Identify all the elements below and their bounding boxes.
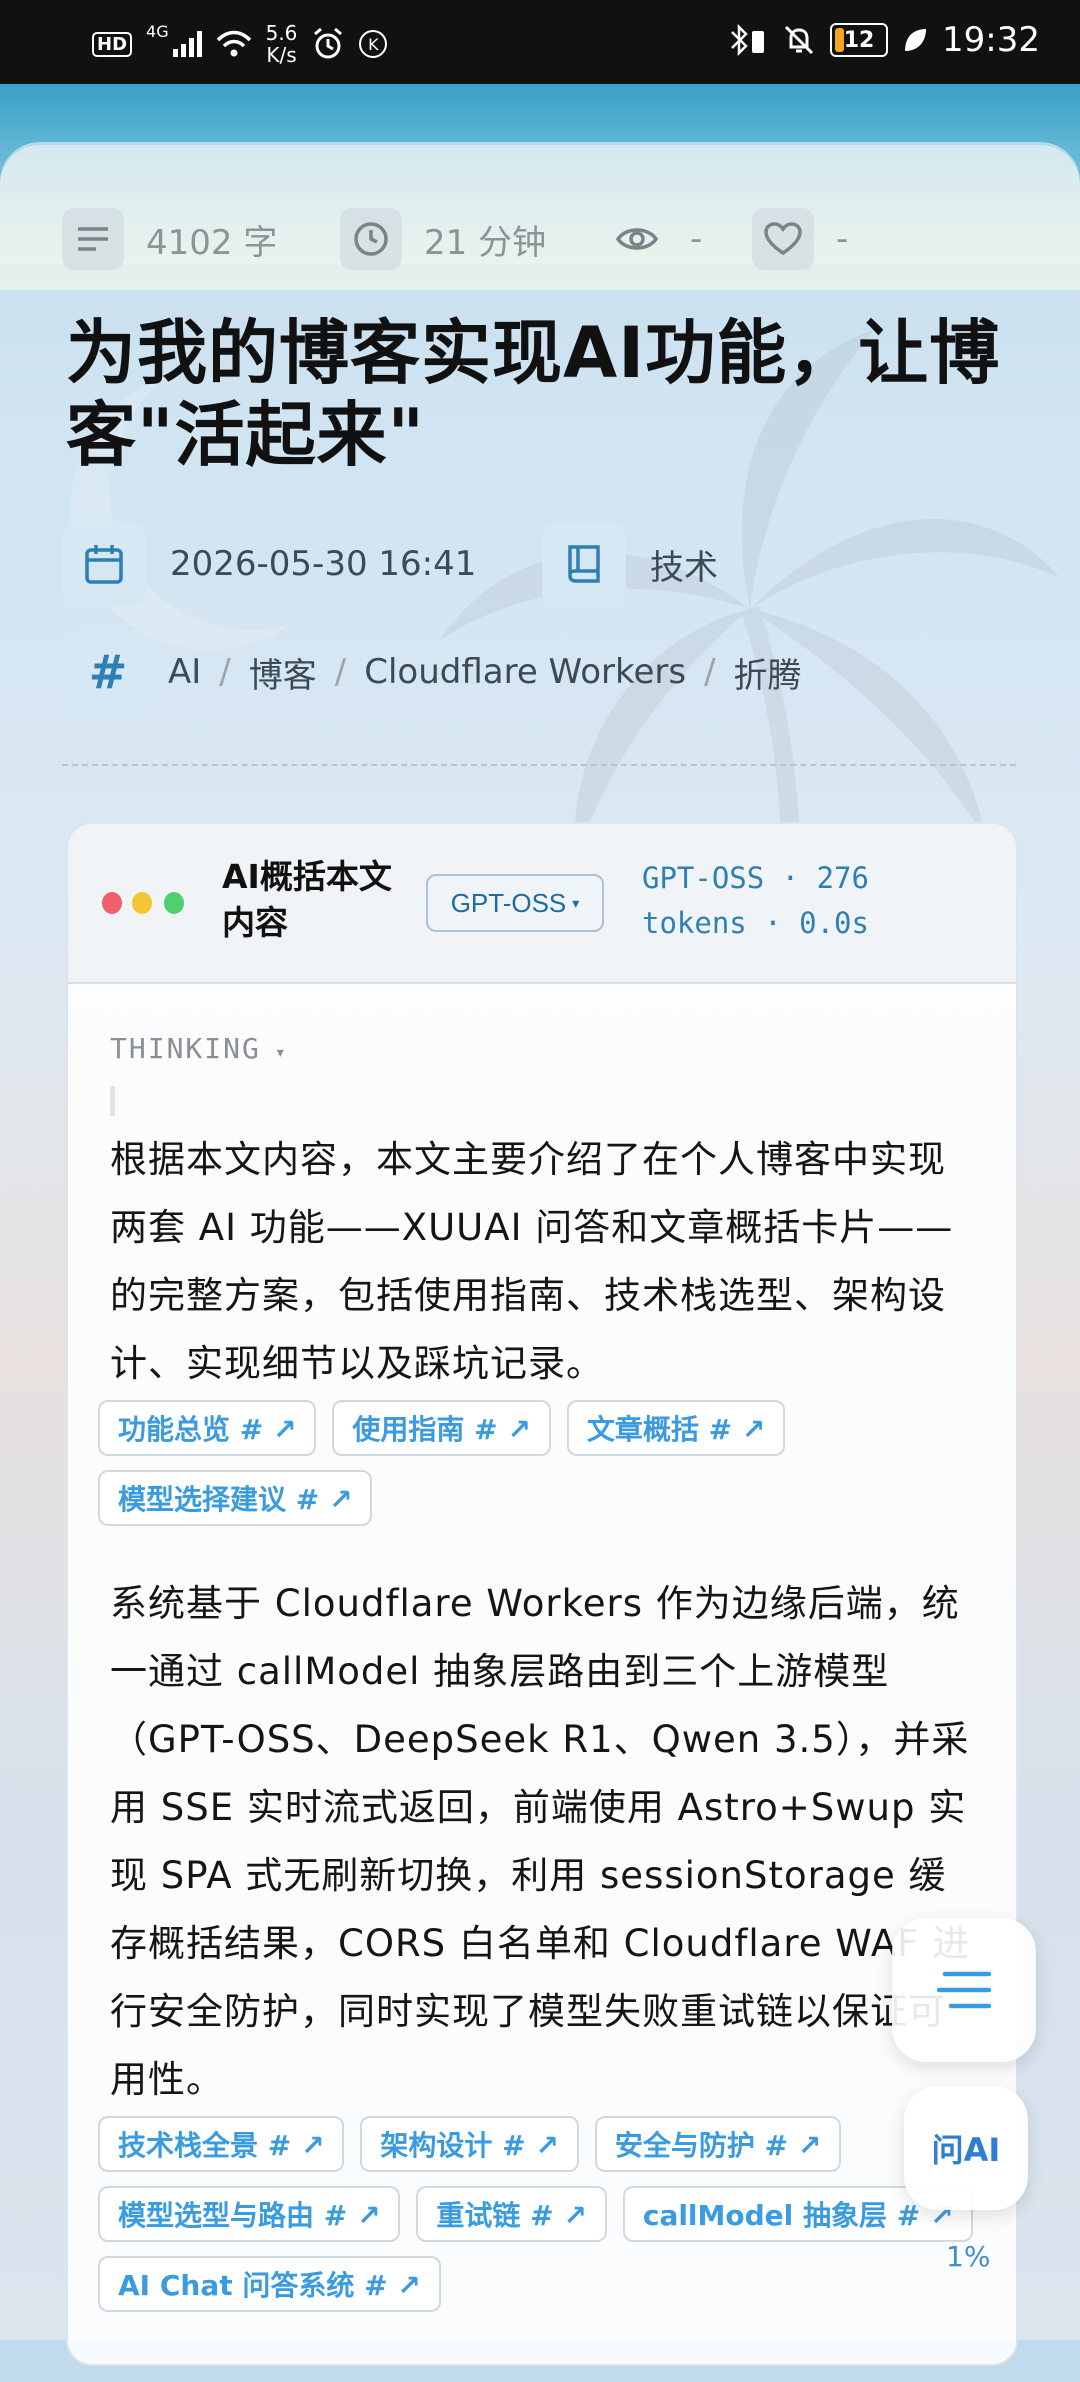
caret-down-icon: ▾ — [274, 1042, 288, 1063]
text-cursor — [110, 1086, 115, 1116]
wifi-icon — [216, 30, 251, 57]
divider — [62, 764, 1016, 766]
section-link-chip[interactable]: 重试链 # ↗ — [416, 2186, 607, 2242]
status-bar: HD 4G 5.6 K/s K 12 19:32 — [0, 0, 1080, 84]
section-links-2: 技术栈全景 # ↗ 架构设计 # ↗ 安全与防护 # ↗ 模型选型与路由 # ↗… — [98, 2116, 978, 2312]
section-link-chip[interactable]: AI Chat 问答系统 # ↗ — [98, 2256, 441, 2312]
ask-ai-button[interactable]: 问AI — [904, 2086, 1028, 2210]
views-stat: - — [606, 208, 702, 270]
summary-paragraph-2: 系统基于 Cloudflare Workers 作为边缘后端，统一通过 call… — [110, 1582, 971, 2101]
section-link-chip[interactable]: 技术栈全景 # ↗ — [98, 2116, 345, 2172]
word-count-stat: 4102 字 — [62, 208, 277, 270]
token-info: GPT-OSS · 276 tokens · 0.0s — [642, 861, 869, 940]
article-category[interactable]: 技术 — [542, 522, 718, 606]
window-dot-green — [164, 892, 184, 914]
clock: 19:32 — [942, 20, 1040, 60]
section-link-chip[interactable]: 架构设计 # ↗ — [360, 2116, 579, 2172]
section-link-chip[interactable]: 模型选型与路由 # ↗ — [98, 2186, 401, 2242]
tag-ai[interactable]: AI — [168, 652, 201, 692]
calendar-icon — [62, 522, 146, 606]
clock-icon — [340, 208, 402, 270]
hashtag-icon: # — [66, 630, 150, 714]
section-link-chip[interactable]: 使用指南 # ↗ — [332, 1400, 551, 1456]
mute-bell-icon — [784, 25, 814, 55]
likes-stat[interactable]: - — [752, 208, 848, 270]
lines-icon — [62, 208, 124, 270]
read-time-stat: 21 分钟 — [340, 208, 546, 270]
tag-cloudflare-workers[interactable]: Cloudflare Workers — [364, 652, 686, 692]
network-speed: 5.6 K/s — [265, 21, 298, 67]
alarm-icon — [314, 27, 343, 59]
hd-icon: HD — [92, 31, 133, 57]
leaf-icon — [905, 29, 927, 51]
tag-tinkering[interactable]: 折腾 — [734, 648, 802, 697]
scroll-progress: 1% — [946, 2240, 991, 2273]
section-link-chip[interactable]: 安全与防护 # ↗ — [594, 2116, 842, 2172]
window-dot-red — [102, 892, 122, 914]
bluetooth-battery-icon — [731, 23, 765, 57]
k-badge-icon: K — [359, 30, 388, 58]
ai-summary-title: AI概括本文内容 — [222, 857, 392, 942]
summary-paragraph-1: 根据本文内容，本文主要介绍了在个人博客中实现两套 AI 功能——XUUAI 问答… — [110, 1138, 954, 1385]
eye-icon — [606, 208, 668, 270]
network-type: 4G — [146, 22, 169, 41]
article-tags: # AI / 博客 / Cloudflare Workers / 折腾 — [66, 630, 802, 714]
toc-button[interactable] — [892, 1918, 1036, 2062]
ai-summary-header: AI概括本文内容 GPT-OSS ▾ GPT-OSS · 276 tokens ·… — [68, 824, 1016, 984]
section-link-chip[interactable]: 模型选择建议 # ↗ — [98, 1470, 373, 1526]
section-links-1: 功能总览 # ↗ 使用指南 # ↗ 文章概括 # ↗ 模型选择建议 # ↗ — [98, 1400, 978, 1526]
article-title: 为我的博客实现AI功能，让博客"活起来" — [66, 312, 1001, 476]
section-link-chip[interactable]: 文章概括 # ↗ — [566, 1400, 786, 1456]
window-dot-yellow — [132, 892, 152, 914]
ai-summary-panel: AI概括本文内容 GPT-OSS ▾ GPT-OSS · 276 tokens ·… — [66, 822, 1018, 2366]
book-icon — [542, 522, 626, 606]
heart-icon[interactable] — [752, 208, 814, 270]
caret-down-icon: ▾ — [572, 894, 580, 911]
battery-icon: 12 — [830, 23, 889, 57]
publish-date: 2026-05-30 16:41 — [62, 522, 476, 606]
signal-icon — [172, 31, 202, 57]
menu-icon — [937, 1971, 991, 2009]
tag-blog[interactable]: 博客 — [249, 648, 317, 697]
section-link-chip[interactable]: 功能总览 # ↗ — [98, 1400, 317, 1456]
thinking-toggle[interactable]: THINKING ▾ — [110, 1032, 288, 1065]
model-select[interactable]: GPT-OSS ▾ — [426, 874, 604, 932]
